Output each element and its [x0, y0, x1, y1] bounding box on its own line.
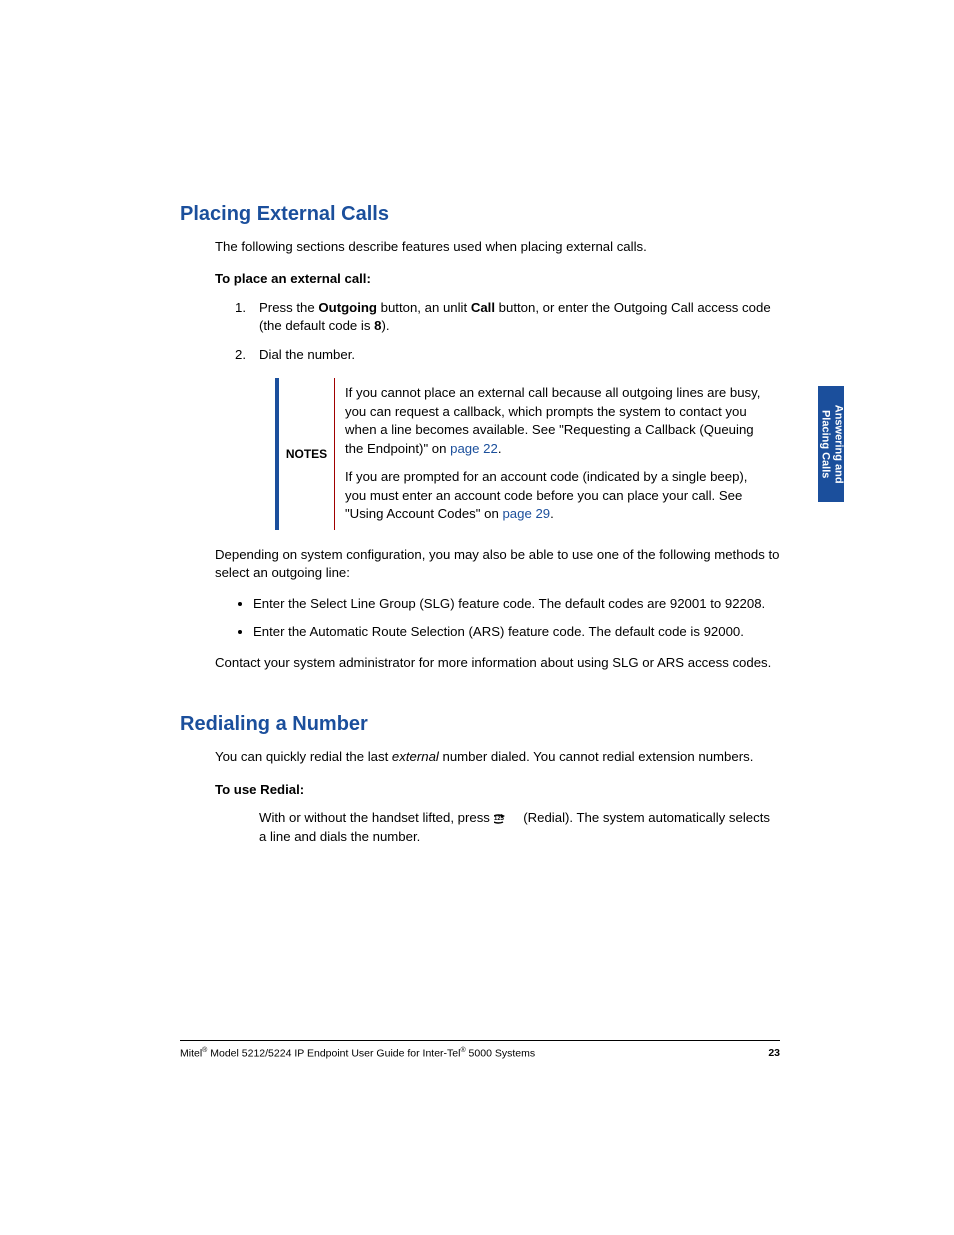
redial-icon: 123	[494, 812, 520, 824]
page-content: Placing External Calls The following sec…	[180, 200, 780, 846]
note-2: If you are prompted for an account code …	[345, 468, 770, 523]
footer-rule	[180, 1040, 780, 1041]
section1-intro: The following sections describe features…	[215, 238, 780, 256]
para-methods-intro: Depending on system configuration, you m…	[215, 546, 780, 583]
section2-subhead: To use Redial:	[215, 781, 780, 799]
section-tab: Answering and Placing Calls	[818, 386, 844, 502]
notes-block: NOTES If you cannot place an external ca…	[275, 378, 780, 529]
step-text: Press the Outgoing button, an unlit Call…	[259, 300, 771, 333]
link-page-29[interactable]: page 29	[502, 506, 550, 521]
page-footer: Mitel® Model 5212/5224 IP Endpoint User …	[180, 1046, 780, 1061]
outgoing-line-methods: Enter the Select Line Group (SLG) featur…	[253, 595, 780, 642]
heading-placing-external-calls: Placing External Calls	[180, 200, 780, 228]
para-contact-admin: Contact your system administrator for mo…	[215, 654, 780, 672]
section2-body: You can quickly redial the last external…	[215, 748, 780, 846]
footer-text: Mitel® Model 5212/5224 IP Endpoint User …	[180, 1046, 535, 1061]
heading-redialing: Redialing a Number	[180, 710, 780, 738]
section1-body: The following sections describe features…	[215, 238, 780, 672]
redial-step: With or without the handset lifted, pres…	[259, 809, 780, 846]
step-1: 1. Press the Outgoing button, an unlit C…	[235, 299, 780, 336]
bullet-slg: Enter the Select Line Group (SLG) featur…	[253, 595, 780, 613]
step-number: 1.	[235, 299, 246, 317]
external-call-steps: 1. Press the Outgoing button, an unlit C…	[235, 299, 780, 364]
link-page-22[interactable]: page 22	[450, 441, 498, 456]
section2-intro: You can quickly redial the last external…	[215, 748, 780, 766]
note-1: If you cannot place an external call bec…	[345, 384, 770, 458]
step-text: Dial the number.	[259, 347, 355, 362]
section1-subhead: To place an external call:	[215, 270, 780, 288]
bullet-ars: Enter the Automatic Route Selection (ARS…	[253, 623, 780, 641]
notes-label: NOTES	[279, 378, 335, 529]
page-number: 23	[768, 1046, 780, 1061]
notes-content: If you cannot place an external call bec…	[335, 378, 780, 529]
step-number: 2.	[235, 346, 246, 364]
step-2: 2. Dial the number.	[235, 346, 780, 364]
